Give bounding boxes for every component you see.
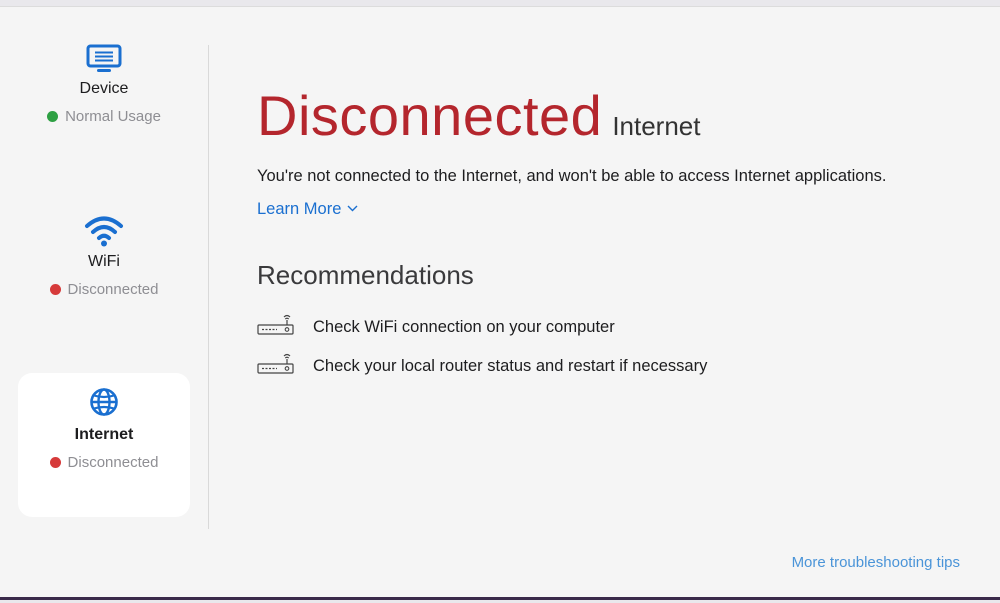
connection-status-title: Disconnected: [257, 84, 603, 147]
sidebar-item-status: Normal Usage: [18, 108, 190, 125]
sidebar-item-label: WiFi: [88, 253, 120, 270]
status-text: Disconnected: [67, 281, 159, 298]
recommendation-text: Check WiFi connection on your computer: [313, 318, 615, 336]
network-diagnostics-window: Device Normal Usage WiFi Disconnected In…: [0, 6, 1000, 600]
status-dot: [49, 284, 61, 295]
monitor-icon: [86, 44, 122, 72]
sidebar-item-status: Disconnected: [18, 281, 190, 298]
sidebar-item-wifi[interactable]: WiFi Disconnected: [18, 215, 190, 315]
sidebar-item-status: Disconnected: [18, 454, 190, 471]
status-text: Normal Usage: [65, 108, 161, 125]
sidebar-item-label: Device: [79, 80, 129, 97]
status-dot: [47, 111, 59, 122]
headline: Disconnected Internet: [257, 83, 700, 148]
recommendations-heading: Recommendations: [257, 260, 474, 290]
sidebar: Device Normal Usage WiFi Disconnected In…: [0, 7, 209, 597]
learn-more-link[interactable]: Learn More: [257, 200, 358, 219]
recommendation-item: Check your local router status and resta…: [257, 351, 707, 376]
status-description: You're not connected to the Internet, an…: [257, 167, 887, 185]
sidebar-divider: [208, 45, 209, 529]
router-icon: [257, 353, 294, 374]
router-icon: [257, 314, 294, 335]
sidebar-item-internet[interactable]: Internet Disconnected: [18, 373, 190, 517]
recommendation-text: Check your local router status and resta…: [313, 357, 708, 375]
wifi-icon: [85, 216, 123, 247]
main-panel: Disconnected Internet You're not connecte…: [257, 7, 1000, 597]
learn-more-label: Learn More: [257, 200, 342, 218]
status-dot: [49, 457, 61, 468]
globe-icon: [90, 388, 118, 416]
connection-subject: Internet: [612, 111, 701, 141]
more-troubleshooting-tips-link[interactable]: More troubleshooting tips: [792, 554, 960, 571]
status-text: Disconnected: [67, 454, 159, 471]
sidebar-item-label: Internet: [74, 426, 134, 443]
recommendation-item: Check WiFi connection on your computer: [257, 312, 615, 337]
chevron-down-icon: [347, 205, 358, 212]
sidebar-item-device[interactable]: Device Normal Usage: [18, 44, 190, 142]
